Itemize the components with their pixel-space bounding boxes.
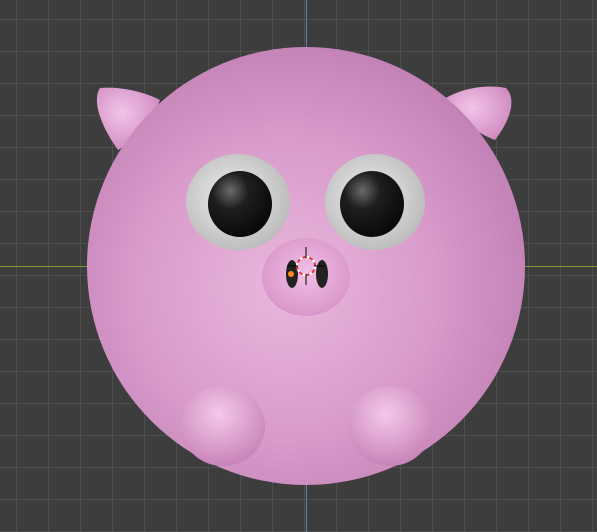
left-eye-pupil[interactable]	[208, 171, 272, 237]
3d-viewport[interactable]	[0, 0, 597, 532]
left-foot[interactable]	[181, 386, 265, 466]
object-origin-dot[interactable]	[288, 271, 294, 277]
right-nostril[interactable]	[316, 260, 328, 288]
scene-canvas[interactable]	[0, 0, 597, 532]
right-foot[interactable]	[348, 386, 432, 466]
right-eye-pupil[interactable]	[340, 171, 404, 237]
